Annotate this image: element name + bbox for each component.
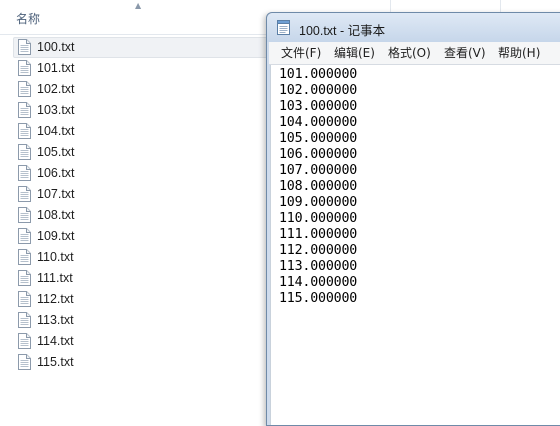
text-file-icon <box>18 354 31 370</box>
file-name: 105.txt <box>37 145 75 159</box>
text-file-icon <box>18 228 31 244</box>
text-file-icon <box>18 102 31 118</box>
editor-lines: 101.000000 102.000000 103.000000 104.000000… <box>271 67 357 307</box>
text-line: 111.000000 <box>279 227 358 242</box>
file-item[interactable]: 107.txt <box>13 184 268 205</box>
file-name: 106.txt <box>37 166 75 180</box>
text-line: 104.000000 <box>279 115 358 130</box>
file-name: 114.txt <box>37 334 74 348</box>
file-item[interactable]: 112.txt <box>13 289 268 310</box>
text-line: 103.000000 <box>279 99 358 114</box>
file-item[interactable]: 108.txt <box>13 205 268 226</box>
text-line: 113.000000 <box>279 259 358 274</box>
text-file-icon <box>18 81 31 97</box>
file-item[interactable]: 109.txt <box>13 226 268 247</box>
file-name: 110.txt <box>37 250 74 264</box>
window-title: 100.txt - 记事本 <box>299 24 386 38</box>
menu-view[interactable]: 查看(V) <box>444 45 486 61</box>
text-line: 105.000000 <box>279 131 358 146</box>
file-item[interactable]: 110.txt <box>13 247 268 268</box>
text-line: 115.000000 <box>279 291 358 306</box>
file-item[interactable]: 111.txt <box>13 268 268 289</box>
file-name: 101.txt <box>37 61 75 75</box>
text-file-icon <box>18 312 31 328</box>
file-name: 100.txt <box>37 40 75 54</box>
menu-bar: 文件(F) 编辑(E) 格式(O) 查看(V) 帮助(H) <box>269 42 560 65</box>
file-name: 112.txt <box>37 292 74 306</box>
file-name: 102.txt <box>37 82 75 96</box>
text-line: 108.000000 <box>279 179 358 194</box>
text-file-icon <box>18 333 31 349</box>
title-bar[interactable]: 100.txt - 记事本 <box>267 13 560 42</box>
file-name: 108.txt <box>37 208 75 222</box>
text-line: 109.000000 <box>279 195 358 210</box>
text-line: 101.000000 <box>279 67 358 82</box>
file-item[interactable]: 105.txt <box>13 142 268 163</box>
file-item[interactable]: 113.txt <box>13 310 268 331</box>
column-header-name[interactable]: 名称 <box>16 10 40 27</box>
file-item[interactable]: 101.txt <box>13 58 268 79</box>
menu-file[interactable]: 文件(F) <box>281 45 321 61</box>
file-name: 107.txt <box>37 187 75 201</box>
text-file-icon <box>18 39 31 55</box>
text-file-icon <box>18 186 31 202</box>
sort-up-icon: ▲ <box>135 1 142 10</box>
text-line: 114.000000 <box>279 275 358 290</box>
file-item[interactable]: 115.txt <box>13 352 268 373</box>
file-item[interactable]: 114.txt <box>13 331 268 352</box>
notepad-window: 100.txt - 记事本 文件(F) 编辑(E) 格式(O) 查看(V) 帮助… <box>266 12 560 426</box>
text-file-icon <box>18 207 31 223</box>
text-file-icon <box>18 165 31 181</box>
text-file-icon <box>18 60 31 76</box>
text-file-icon <box>18 123 31 139</box>
file-name: 104.txt <box>37 124 75 138</box>
file-name: 115.txt <box>37 355 74 369</box>
file-item[interactable]: 106.txt <box>13 163 268 184</box>
text-file-icon <box>18 249 31 265</box>
file-name: 103.txt <box>37 103 75 117</box>
text-line: 110.000000 <box>279 211 358 226</box>
menu-format[interactable]: 格式(O) <box>388 45 431 61</box>
text-editor[interactable]: 101.000000 102.000000 103.000000 104.000000… <box>270 65 560 425</box>
text-line: 107.000000 <box>279 163 358 178</box>
text-line: 112.000000 <box>279 243 358 258</box>
menu-help[interactable]: 帮助(H) <box>498 45 540 61</box>
notepad-icon <box>277 20 290 35</box>
file-item[interactable]: 103.txt <box>13 100 268 121</box>
file-item[interactable]: 102.txt <box>13 79 268 100</box>
menu-edit[interactable]: 编辑(E) <box>334 45 375 61</box>
text-line: 106.000000 <box>279 147 358 162</box>
text-line: 102.000000 <box>279 83 358 98</box>
file-name: 113.txt <box>37 313 74 327</box>
file-item[interactable]: 104.txt <box>13 121 268 142</box>
text-file-icon <box>18 270 31 286</box>
file-name: 109.txt <box>37 229 75 243</box>
text-file-icon <box>18 291 31 307</box>
file-name: 111.txt <box>37 271 73 285</box>
text-file-icon <box>18 144 31 160</box>
